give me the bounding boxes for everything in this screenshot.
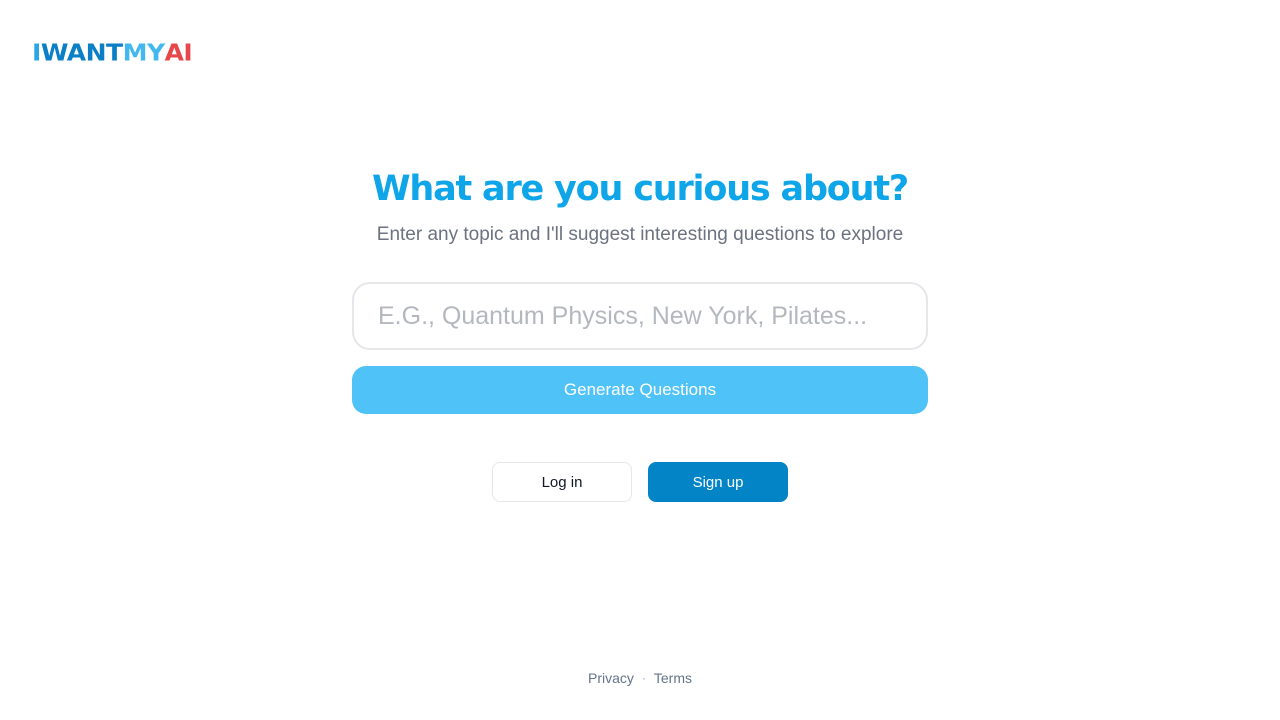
auth-buttons: Log in Sign up (492, 462, 788, 502)
page-subtitle: Enter any topic and I'll suggest interes… (376, 224, 904, 245)
footer-separator: · (641, 671, 646, 685)
site-logo[interactable]: I WANT MY AI (32, 39, 193, 66)
landing-page: I WANT MY AI What are you curious about?… (0, 0, 1280, 720)
page-title: What are you curious about? (372, 169, 909, 209)
logo-part-i: I (32, 39, 41, 66)
footer: Privacy · Terms (0, 668, 1280, 688)
signup-button[interactable]: Sign up (648, 462, 788, 502)
hero-section: What are you curious about? Enter any to… (0, 166, 1280, 502)
privacy-link[interactable]: Privacy (588, 668, 634, 688)
topic-input[interactable] (352, 282, 928, 350)
terms-link[interactable]: Terms (654, 668, 692, 688)
generate-questions-button[interactable]: Generate Questions (352, 366, 928, 414)
logo-part-my: MY (122, 39, 165, 66)
logo-part-ai: AI (164, 39, 193, 66)
login-button[interactable]: Log in (492, 462, 632, 502)
logo-part-want: WANT (40, 39, 123, 66)
